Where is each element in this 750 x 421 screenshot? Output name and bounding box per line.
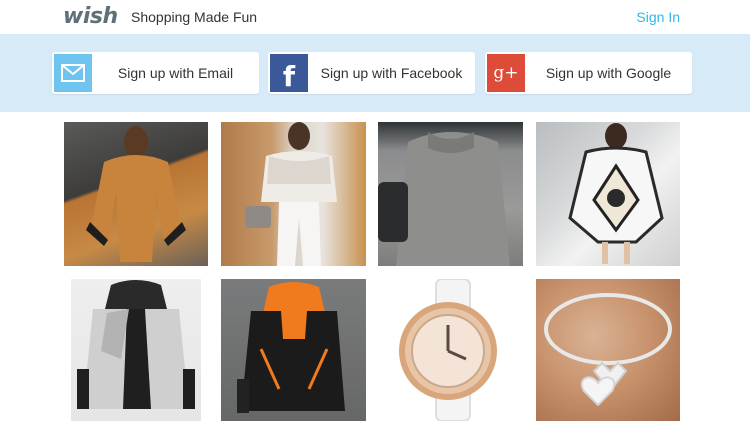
signup-email-label: Sign up with Email: [117, 65, 234, 81]
product-tile[interactable]: [221, 279, 366, 421]
signup-google-button[interactable]: g+ Sign up with Google: [485, 52, 692, 94]
facebook-icon: f: [270, 54, 308, 93]
signup-facebook-label: Sign up with Facebook: [320, 65, 463, 81]
black-orange-hoodie-icon: [237, 282, 345, 413]
product-tile[interactable]: [221, 122, 366, 266]
gray-hoodie-icon: [77, 280, 195, 409]
signup-email-button[interactable]: Sign up with Email: [52, 52, 259, 94]
product-tile[interactable]: [71, 279, 201, 421]
orange-sweater-icon: [86, 126, 186, 262]
product-tile[interactable]: [378, 279, 523, 421]
signup-facebook-button[interactable]: f Sign up with Facebook: [268, 52, 475, 94]
wish-logo[interactable]: wish: [63, 4, 118, 29]
signup-band: Sign up with Email f Sign up with Facebo…: [0, 34, 750, 112]
product-tile[interactable]: [536, 122, 680, 266]
sign-in-link[interactable]: Sign In: [636, 9, 680, 25]
product-tile[interactable]: [378, 122, 523, 266]
product-tile[interactable]: [536, 279, 680, 421]
gray-sweater-icon: [378, 132, 510, 266]
envelope-icon: [54, 54, 92, 92]
tagline: Shopping Made Fun: [131, 9, 258, 25]
google-plus-icon: g+: [487, 54, 525, 92]
heart-bracelet-icon: [544, 293, 672, 407]
lace-top-icon: [245, 122, 337, 266]
product-tile[interactable]: [64, 122, 208, 266]
signup-google-label: Sign up with Google: [545, 65, 672, 81]
white-tunic-icon: [568, 123, 664, 264]
rose-gold-watch-icon: [399, 279, 497, 421]
header: wish Shopping Made Fun Sign In: [0, 0, 750, 34]
